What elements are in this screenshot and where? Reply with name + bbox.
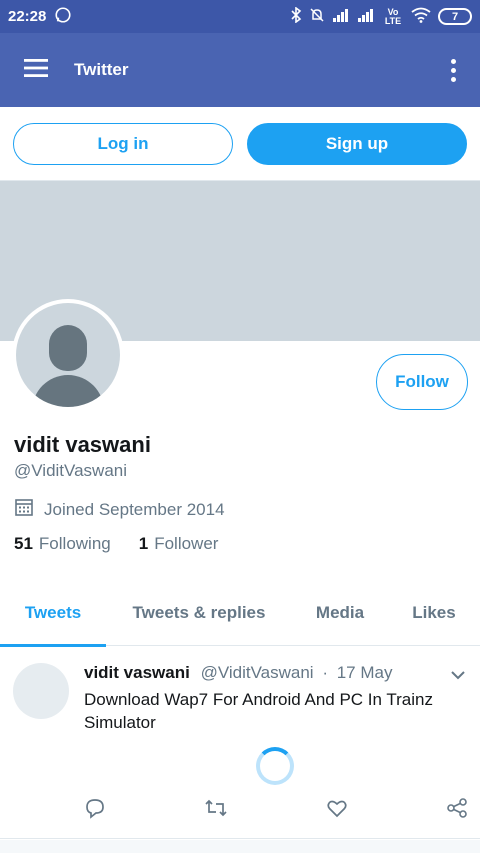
like-heart-icon[interactable] <box>326 797 348 824</box>
following-stat[interactable]: 51 Following <box>14 534 111 554</box>
calendar-icon <box>14 497 34 522</box>
followers-stat[interactable]: 1 Follower <box>139 534 219 554</box>
tweet-date: 17 May <box>336 663 393 682</box>
tweet-separator: · <box>322 663 328 682</box>
tweet-actions <box>0 797 480 825</box>
follow-button[interactable]: Follow <box>376 354 468 410</box>
more-options-icon[interactable] <box>451 58 456 82</box>
tweet-item[interactable]: vidit vaswani @ViditVaswani · 17 May Dow… <box>0 647 480 839</box>
next-item-divider <box>0 840 480 853</box>
app-bar: Twitter <box>0 33 480 107</box>
joined-date: Joined September 2014 <box>14 497 225 522</box>
default-avatar-icon <box>16 303 120 407</box>
joined-text: Joined September 2014 <box>44 499 225 519</box>
followers-label: Follower <box>154 534 219 553</box>
profile-avatar[interactable] <box>12 299 124 411</box>
profile-name: vidit vaswani <box>14 432 151 457</box>
signal-icon <box>357 8 375 25</box>
tweet-author-name: vidit vaswani <box>84 663 190 682</box>
login-button[interactable]: Log in <box>13 123 233 165</box>
tweet-author-handle: @ViditVaswani <box>200 663 314 682</box>
reply-icon[interactable] <box>84 797 106 824</box>
mute-bell-icon <box>309 7 325 26</box>
tab-tweets-replies[interactable]: Tweets & replies <box>106 580 292 646</box>
follow-stats: 51 Following 1 Follower <box>14 534 218 554</box>
status-bar: 22:28 Vo LTE 7 <box>0 0 480 33</box>
tweet-avatar[interactable] <box>13 663 69 719</box>
battery-icon: 7 <box>438 8 472 25</box>
status-time: 22:28 <box>8 8 47 25</box>
whatsapp-icon <box>54 6 72 28</box>
retweet-icon[interactable] <box>204 797 228 824</box>
tab-tweets[interactable]: Tweets <box>0 580 106 647</box>
bluetooth-icon <box>290 6 302 26</box>
tab-media[interactable]: Media <box>292 580 388 646</box>
tweet-text: Download Wap7 For Android And PC In Trai… <box>84 690 433 732</box>
wifi-icon <box>411 7 431 26</box>
app-title: Twitter <box>74 60 129 79</box>
tweet-header: vidit vaswani @ViditVaswani · 17 May <box>84 663 392 683</box>
loading-spinner-icon <box>256 747 294 785</box>
hamburger-menu-icon[interactable] <box>24 58 48 82</box>
profile-handle: @ViditVaswani <box>14 461 128 480</box>
profile-tabs: Tweets Tweets & replies Media Likes <box>0 580 480 647</box>
signup-button[interactable]: Sign up <box>247 123 467 165</box>
followers-count: 1 <box>138 534 149 553</box>
auth-bar: Log in Sign up <box>0 107 480 181</box>
following-count: 51 <box>14 534 33 553</box>
signal-icon <box>332 8 350 25</box>
chevron-down-icon[interactable] <box>450 667 466 685</box>
share-icon[interactable] <box>446 797 468 824</box>
volte-label: Vo LTE <box>384 6 402 26</box>
following-label: Following <box>38 534 111 553</box>
tab-likes[interactable]: Likes <box>388 580 480 646</box>
